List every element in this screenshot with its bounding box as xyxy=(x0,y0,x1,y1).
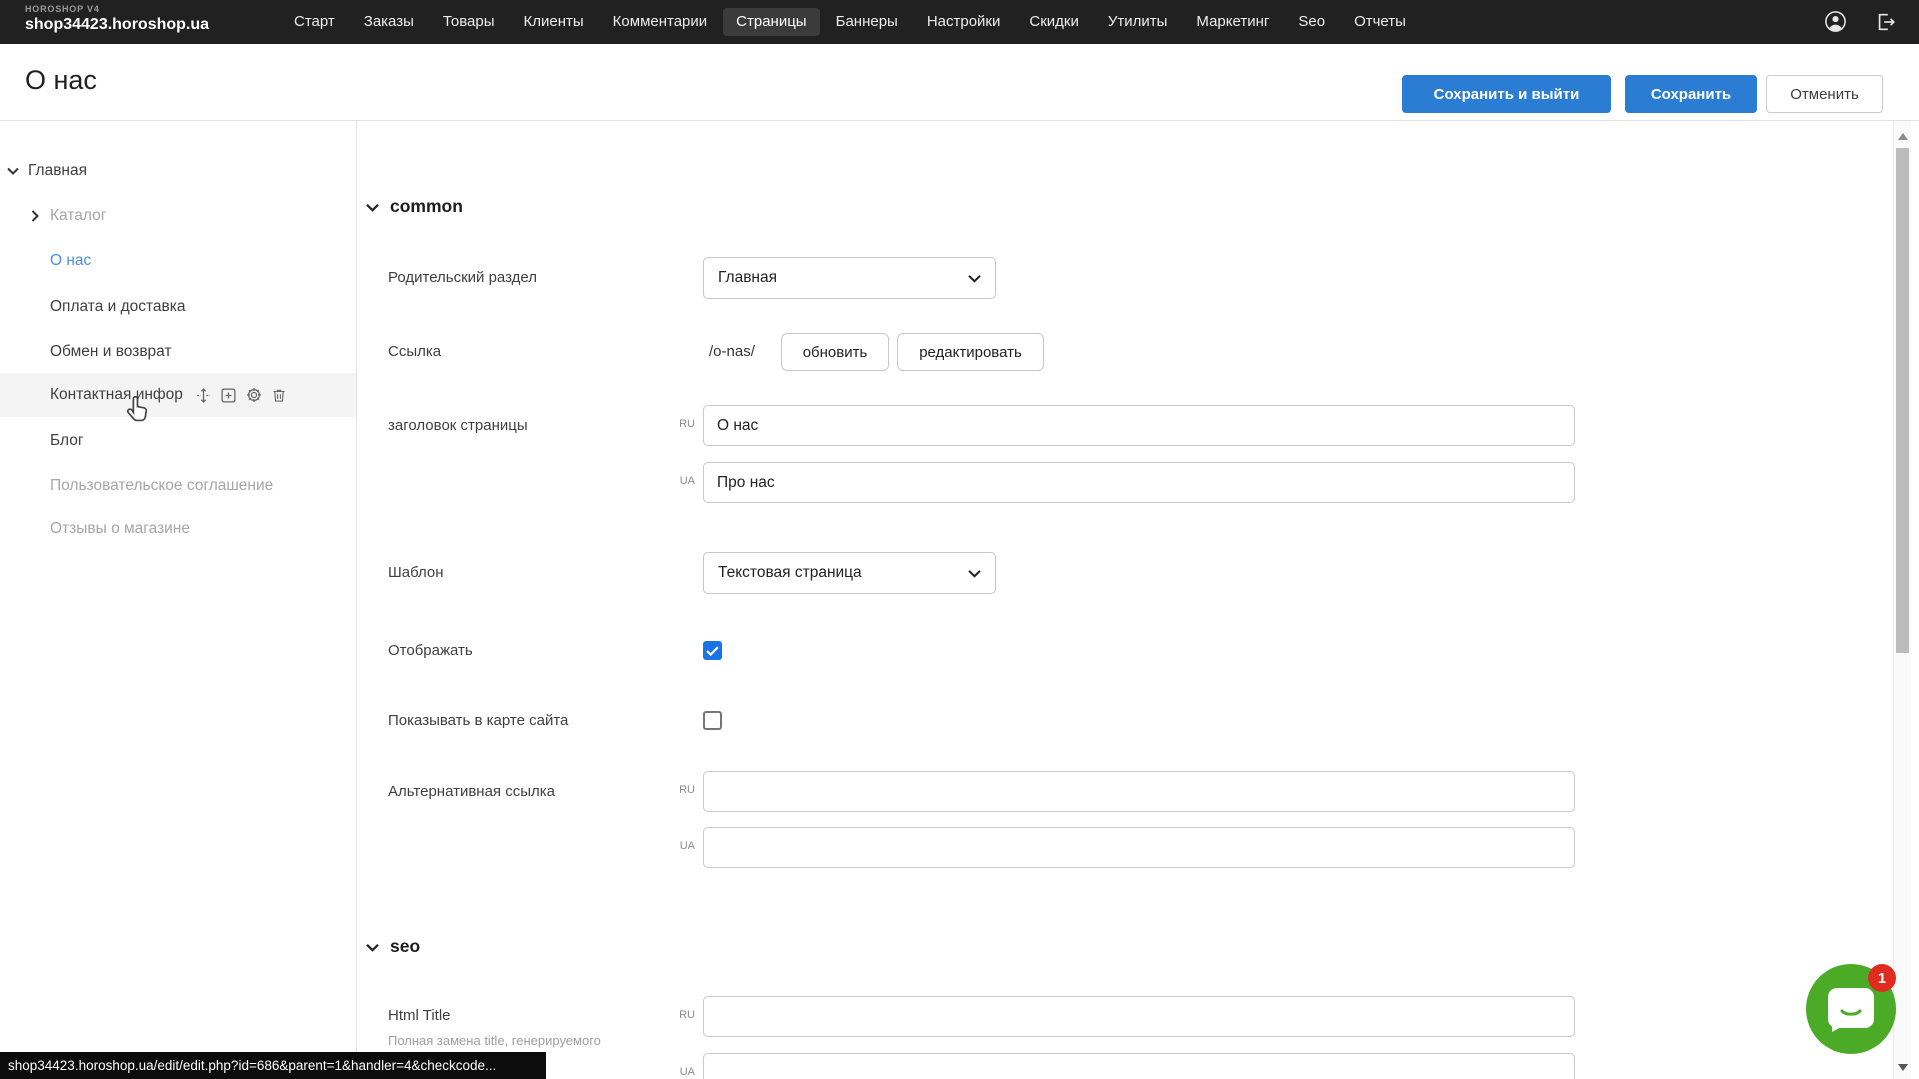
nav-item-discounts[interactable]: Скидки xyxy=(1016,8,1091,36)
chevron-down-icon xyxy=(968,569,981,578)
lang-badge-ua: UA xyxy=(669,475,695,487)
nav-item-comments[interactable]: Комментарии xyxy=(600,8,720,36)
lang-badge-ru: RU xyxy=(669,1009,695,1021)
sitemap-checkbox[interactable] xyxy=(703,711,722,730)
vertical-scrollbar[interactable] xyxy=(1893,121,1911,1079)
html-title-hint: Полная замена title, генерируемого xyxy=(388,1033,601,1049)
nav-item-seo[interactable]: Seo xyxy=(1285,8,1338,36)
chat-unread-badge: 1 xyxy=(1868,964,1896,992)
chevron-down-icon xyxy=(366,931,379,961)
nav-item-utilities[interactable]: Утилиты xyxy=(1095,8,1181,36)
section-common-header[interactable]: common xyxy=(366,191,463,221)
chat-bubble-icon xyxy=(1828,988,1874,1039)
tree-item-kontaktnaya[interactable]: Контактная инфор xyxy=(0,373,356,417)
lang-badge-ua: UA xyxy=(669,840,695,852)
link-refresh-button[interactable]: обновить xyxy=(781,333,889,371)
tree-item-blog[interactable]: Блог xyxy=(0,421,356,461)
parent-section-select[interactable]: Главная xyxy=(703,257,996,299)
logout-icon[interactable] xyxy=(1875,11,1897,33)
scroll-down-arrow[interactable] xyxy=(1898,1064,1908,1071)
tree-item-glavnaya[interactable]: Главная xyxy=(0,151,356,191)
nav-item-start[interactable]: Старт xyxy=(281,8,348,36)
page-title-ru-input[interactable] xyxy=(703,405,1575,446)
delete-trash-icon[interactable] xyxy=(271,387,287,404)
link-edit-button[interactable]: редактировать xyxy=(897,333,1044,371)
nav-item-marketing[interactable]: Маркетинг xyxy=(1183,8,1282,36)
save-and-exit-button[interactable]: Сохранить и выйти xyxy=(1402,75,1611,113)
tree-item-obmen[interactable]: Обмен и возврат xyxy=(0,332,356,372)
display-checkbox[interactable] xyxy=(703,641,722,660)
section-seo-header[interactable]: seo xyxy=(366,931,420,961)
nav-item-products[interactable]: Товары xyxy=(430,8,508,36)
cancel-button[interactable]: Отменить xyxy=(1766,75,1883,113)
top-nav-menu: Старт Заказы Товары Клиенты Комментарии … xyxy=(281,8,1419,36)
page-title-ua-input[interactable] xyxy=(703,462,1575,503)
chevron-right-icon[interactable] xyxy=(31,210,39,222)
nav-item-settings[interactable]: Настройки xyxy=(914,8,1014,36)
tree-item-actions xyxy=(195,386,287,404)
page-title-label: заголовок страницы xyxy=(388,405,528,446)
nav-item-orders[interactable]: Заказы xyxy=(351,8,427,36)
tree-item-polzovatelskoe[interactable]: Пользовательское соглашение xyxy=(0,466,356,506)
lang-badge-ru: RU xyxy=(669,784,695,796)
pages-tree-sidebar: Главная Каталог О нас Оплата и доставка … xyxy=(0,121,357,1079)
scroll-up-arrow[interactable] xyxy=(1898,133,1908,140)
parent-section-label: Родительский раздел xyxy=(388,257,537,299)
chevron-down-icon[interactable] xyxy=(7,167,19,175)
template-select[interactable]: Текстовая страница xyxy=(703,552,996,594)
template-label: Шаблон xyxy=(388,552,444,594)
nav-item-banners[interactable]: Баннеры xyxy=(823,8,911,36)
page-title: О нас xyxy=(25,65,97,96)
alt-link-ru-input[interactable] xyxy=(703,771,1575,812)
page-header: О нас Сохранить и выйти Сохранить Отмени… xyxy=(0,44,1919,121)
check-icon xyxy=(706,646,719,656)
brand-version-label: HOROSHOP V4 xyxy=(25,5,209,14)
page-edit-form: common Родительский раздел Главная Ссылк… xyxy=(357,121,1893,1079)
account-icon[interactable] xyxy=(1824,10,1847,33)
save-button[interactable]: Сохранить xyxy=(1625,75,1757,113)
chat-widget: 1 xyxy=(1806,964,1896,1054)
link-path-value: /o-nas/ xyxy=(709,333,755,371)
tree-item-o-nas[interactable]: О нас xyxy=(0,241,356,281)
alt-link-label: Альтернативная ссылка xyxy=(388,771,555,812)
add-page-icon[interactable] xyxy=(220,387,237,404)
tree-item-oplata[interactable]: Оплата и доставка xyxy=(0,287,356,327)
scrollbar-thumb[interactable] xyxy=(1896,148,1909,653)
html-title-label: Html Title xyxy=(388,1006,451,1026)
display-label: Отображать xyxy=(388,632,473,670)
top-navbar: HOROSHOP V4 shop34423.horoshop.ua Старт … xyxy=(0,0,1919,44)
topbar-icons xyxy=(1824,10,1897,33)
tree-item-otzyvy[interactable]: Отзывы о магазине xyxy=(0,509,356,549)
chevron-down-icon xyxy=(366,191,379,221)
lang-badge-ua: UA xyxy=(669,1066,695,1078)
move-icon[interactable] xyxy=(195,387,212,404)
chevron-down-icon xyxy=(968,274,981,283)
tree-item-katalog[interactable]: Каталог xyxy=(0,196,356,236)
html-title-ru-input[interactable] xyxy=(703,996,1575,1037)
brand-domain-label: shop34423.horoshop.ua xyxy=(25,17,209,33)
html-title-ua-input[interactable] xyxy=(703,1053,1575,1079)
alt-link-ua-input[interactable] xyxy=(703,827,1575,868)
nav-item-pages[interactable]: Страницы xyxy=(723,8,819,36)
nav-item-reports[interactable]: Отчеты xyxy=(1341,8,1419,36)
lang-badge-ru: RU xyxy=(669,418,695,430)
link-preview-statusbar: shop34423.horoshop.ua/edit/edit.php?id=6… xyxy=(0,1052,546,1079)
nav-item-clients[interactable]: Клиенты xyxy=(511,8,597,36)
link-label: Ссылка xyxy=(388,333,441,371)
sitemap-label: Показывать в карте сайта xyxy=(388,702,568,740)
settings-gear-icon[interactable] xyxy=(245,386,263,404)
brand-logo[interactable]: HOROSHOP V4 shop34423.horoshop.ua xyxy=(25,5,209,33)
